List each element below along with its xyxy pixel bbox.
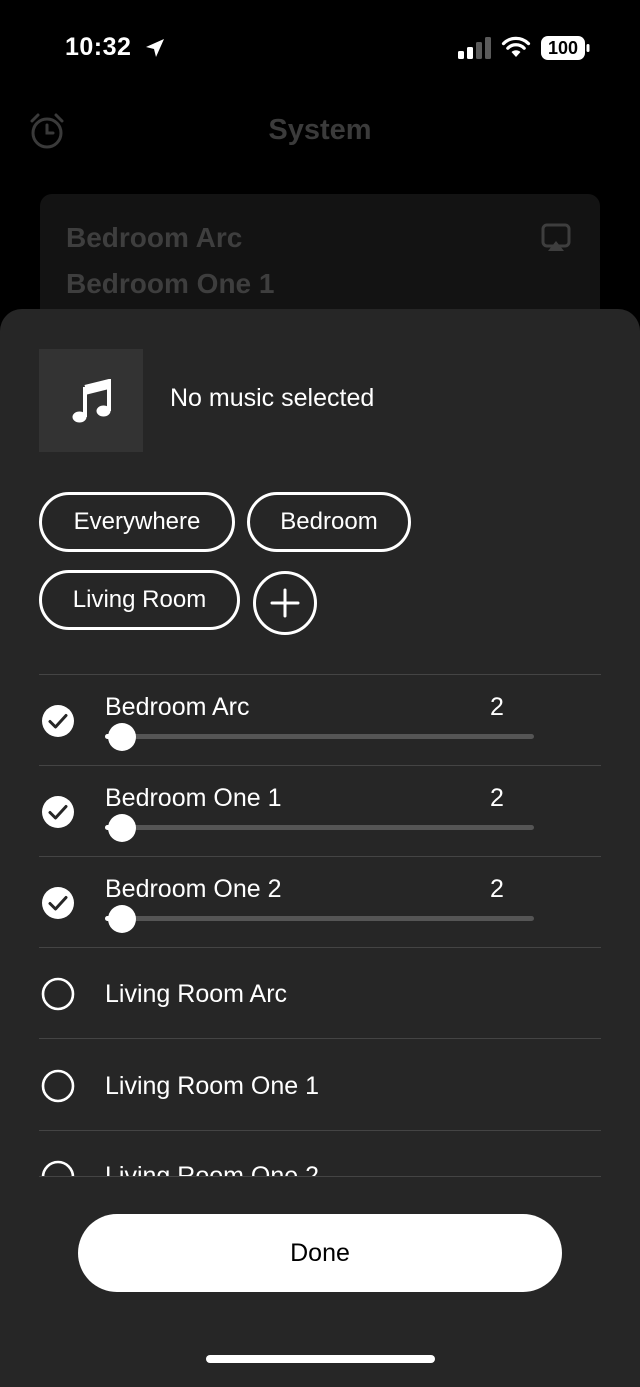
status-time: 10:32 (65, 33, 132, 61)
room-volume-value: 2 (490, 875, 504, 903)
background-screen: System Bedroom Arc Bedroom One 1 (0, 90, 640, 334)
battery-icon: 100 (540, 35, 590, 61)
room-name: Bedroom One 2 (105, 875, 282, 903)
room-row-bedroom-one-2: Bedroom One 2 2 (0, 857, 640, 947)
volume-slider[interactable] (105, 734, 534, 739)
room-volume-value: 2 (490, 784, 504, 812)
wifi-icon (501, 36, 531, 57)
battery-level: 100 (547, 38, 579, 58)
room-row-living-room-one-2[interactable]: Living Room One 2 (0, 1131, 640, 1177)
plus-icon (270, 588, 300, 618)
volume-slider-thumb[interactable] (108, 814, 136, 842)
home-indicator[interactable] (206, 1355, 435, 1363)
room-row-bedroom-one-1: Bedroom One 1 2 (0, 766, 640, 856)
unchecked-circle-icon[interactable] (41, 1069, 75, 1103)
group-chip-everywhere[interactable]: Everywhere (39, 492, 235, 552)
volume-slider[interactable] (105, 916, 534, 921)
album-art-placeholder (39, 349, 143, 452)
room-row-bedroom-arc: Bedroom Arc 2 (0, 675, 640, 765)
cellular-signal-icon (458, 37, 491, 59)
sheet-scroll-area[interactable]: No music selected Everywhere Bedroom Liv… (0, 309, 640, 1177)
volume-slider-thumb[interactable] (108, 905, 136, 933)
add-group-button[interactable] (253, 571, 317, 635)
volume-slider[interactable] (105, 825, 534, 830)
location-arrow-icon (146, 39, 164, 57)
page-title: System (268, 114, 372, 146)
room-name: Bedroom Arc (105, 693, 250, 721)
volume-slider-thumb[interactable] (108, 723, 136, 751)
airplay-icon[interactable] (540, 222, 572, 254)
music-note-icon (72, 379, 111, 423)
unchecked-circle-icon[interactable] (41, 977, 75, 1011)
checked-circle-icon[interactable] (41, 886, 75, 920)
status-bar: 10:32 100 (0, 0, 640, 90)
room-name: Living Room One 1 (105, 1072, 320, 1100)
checked-circle-icon[interactable] (41, 704, 75, 738)
room-row-living-room-arc[interactable]: Living Room Arc (0, 948, 640, 1038)
room-volume-value: 2 (490, 693, 504, 721)
group-chip-bedroom[interactable]: Bedroom (247, 492, 411, 552)
room-row-living-room-one-1[interactable]: Living Room One 1 (0, 1039, 640, 1129)
room-name: Living Room Arc (105, 980, 288, 1008)
checked-circle-icon[interactable] (41, 795, 75, 829)
divider (39, 1176, 601, 1177)
card-line: Bedroom One 1 (66, 268, 275, 299)
group-chip-living-room[interactable]: Living Room (39, 570, 240, 630)
room-name: Living Room One 2 (105, 1162, 320, 1177)
room-name: Bedroom One 1 (105, 784, 282, 812)
unchecked-circle-icon[interactable] (41, 1160, 75, 1177)
room-selection-sheet: No music selected Everywhere Bedroom Liv… (0, 309, 640, 1387)
card-line: Bedroom Arc (66, 222, 243, 253)
done-button[interactable]: Done (78, 1214, 562, 1292)
now-playing-text: No music selected (170, 384, 375, 412)
